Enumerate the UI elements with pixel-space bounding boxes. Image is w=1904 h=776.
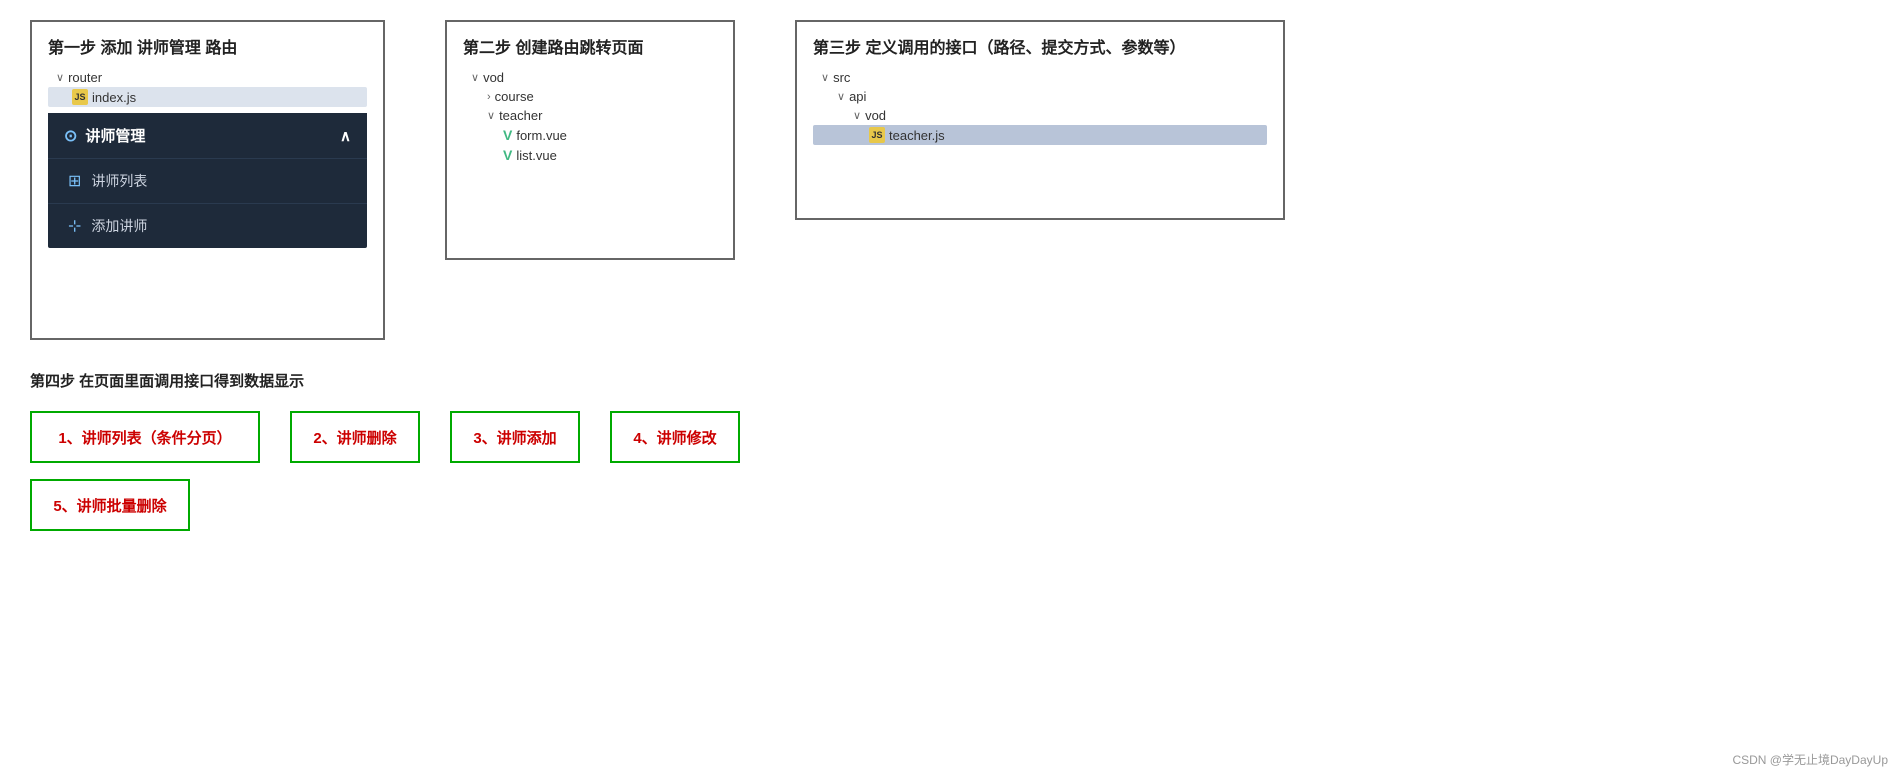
action-box-3[interactable]: 3、讲师添加 xyxy=(450,411,580,463)
api-label: api xyxy=(849,89,866,104)
tree-src-row: ∨ src xyxy=(813,68,1267,87)
course-chevron-icon: › xyxy=(487,91,491,103)
list-vue-label: list.vue xyxy=(516,148,556,163)
step2-box: 第二步 创建路由跳转页面 ∨ vod › course ∨ teacher V … xyxy=(445,20,735,260)
sidebar-item-add-teacher[interactable]: ⊹ 添加讲师 xyxy=(48,203,367,248)
sidebar-menu: ⊙ 讲师管理 ∧ ⊞ 讲师列表 ⊹ 添加讲师 xyxy=(48,113,367,248)
action-label-1: 1、讲师列表（条件分页） xyxy=(58,427,231,448)
src-label: src xyxy=(833,70,850,85)
action-label-4: 4、讲师修改 xyxy=(633,427,716,448)
action-label-2: 2、讲师删除 xyxy=(313,427,396,448)
course-label: course xyxy=(495,89,534,104)
src-chevron-icon: ∨ xyxy=(821,71,829,84)
tree-router-row: ∨ router xyxy=(48,68,367,87)
step2-file-tree: ∨ vod › course ∨ teacher V form.vue V xyxy=(463,68,717,165)
vod-chevron-icon: ∨ xyxy=(471,71,479,84)
step1-title: 第一步 添加 讲师管理 路由 xyxy=(48,34,367,58)
chevron-down-icon: ∨ xyxy=(56,71,64,84)
sidebar-item-label-list: 讲师列表 xyxy=(91,171,147,191)
tree-form-vue-row: V form.vue xyxy=(463,125,717,145)
action-boxes-row1: 1、讲师列表（条件分页） 2、讲师删除 3、讲师添加 4、讲师修改 xyxy=(30,411,1874,463)
tree-teacher-row: ∨ teacher xyxy=(463,106,717,125)
vod2-chevron-icon: ∨ xyxy=(853,109,861,122)
step1-file-tree: ∨ router JS index.js xyxy=(48,68,367,107)
vod-label: vod xyxy=(483,70,504,85)
step4-title: 第四步 在页面里面调用接口得到数据显示 xyxy=(30,370,1874,391)
action-box-4[interactable]: 4、讲师修改 xyxy=(610,411,740,463)
tree-vod2-row: ∨ vod xyxy=(813,106,1267,125)
grid-icon: ⊞ xyxy=(68,171,81,191)
form-vue-label: form.vue xyxy=(516,128,567,143)
teacher-chevron-icon: ∨ xyxy=(487,109,495,122)
main-container: 第一步 添加 讲师管理 路由 ∨ router JS index.js ⊙ 讲师… xyxy=(0,0,1904,571)
gear-icon: ⊙ xyxy=(64,126,77,146)
menu-header-label: 讲师管理 xyxy=(85,125,145,146)
step3-file-tree: ∨ src ∨ api ∨ vod JS teacher.js xyxy=(813,68,1267,145)
tree-list-vue-row: V list.vue xyxy=(463,145,717,165)
vue-form-icon: V xyxy=(503,127,512,143)
action-box-5[interactable]: 5、讲师批量删除 xyxy=(30,479,190,531)
tree-api-row: ∨ api xyxy=(813,87,1267,106)
tree-vod-row: ∨ vod xyxy=(463,68,717,87)
footer-text: CSDN @学无止境DayDayUp xyxy=(1732,753,1888,767)
expand-icon: ∧ xyxy=(340,127,351,145)
js-teacher-icon: JS xyxy=(869,127,885,143)
vod2-label: vod xyxy=(865,108,886,123)
api-chevron-icon: ∨ xyxy=(837,90,845,103)
action-label-3: 3、讲师添加 xyxy=(473,427,556,448)
footer: CSDN @学无止境DayDayUp xyxy=(1732,751,1888,768)
tree-course-row: › course xyxy=(463,87,717,106)
vue-list-icon: V xyxy=(503,147,512,163)
tree-teacherjs-row: JS teacher.js xyxy=(813,125,1267,145)
step1-box: 第一步 添加 讲师管理 路由 ∨ router JS index.js ⊙ 讲师… xyxy=(30,20,385,340)
sidebar-item-teacher-list[interactable]: ⊞ 讲师列表 xyxy=(48,158,367,203)
hierarchy-icon: ⊹ xyxy=(68,216,81,236)
action-label-5: 5、讲师批量删除 xyxy=(53,495,166,516)
indexjs-label: index.js xyxy=(92,90,136,105)
teacher-label: teacher xyxy=(499,108,542,123)
action-box-2[interactable]: 2、讲师删除 xyxy=(290,411,420,463)
sidebar-menu-header[interactable]: ⊙ 讲师管理 ∧ xyxy=(48,113,367,158)
action-box-1[interactable]: 1、讲师列表（条件分页） xyxy=(30,411,260,463)
top-row: 第一步 添加 讲师管理 路由 ∨ router JS index.js ⊙ 讲师… xyxy=(30,20,1874,340)
step2-title: 第二步 创建路由跳转页面 xyxy=(463,34,717,58)
action-boxes-row2: 5、讲师批量删除 xyxy=(30,479,1874,531)
step3-box: 第三步 定义调用的接口（路径、提交方式、参数等） ∨ src ∨ api ∨ v… xyxy=(795,20,1285,220)
step3-title: 第三步 定义调用的接口（路径、提交方式、参数等） xyxy=(813,34,1267,58)
teacher-js-label: teacher.js xyxy=(889,128,945,143)
tree-indexjs-row: JS index.js xyxy=(48,87,367,107)
sidebar-item-label-add: 添加讲师 xyxy=(91,216,147,236)
step4-section: 第四步 在页面里面调用接口得到数据显示 1、讲师列表（条件分页） 2、讲师删除 … xyxy=(30,370,1874,531)
router-label: router xyxy=(68,70,102,85)
js-file-icon: JS xyxy=(72,89,88,105)
